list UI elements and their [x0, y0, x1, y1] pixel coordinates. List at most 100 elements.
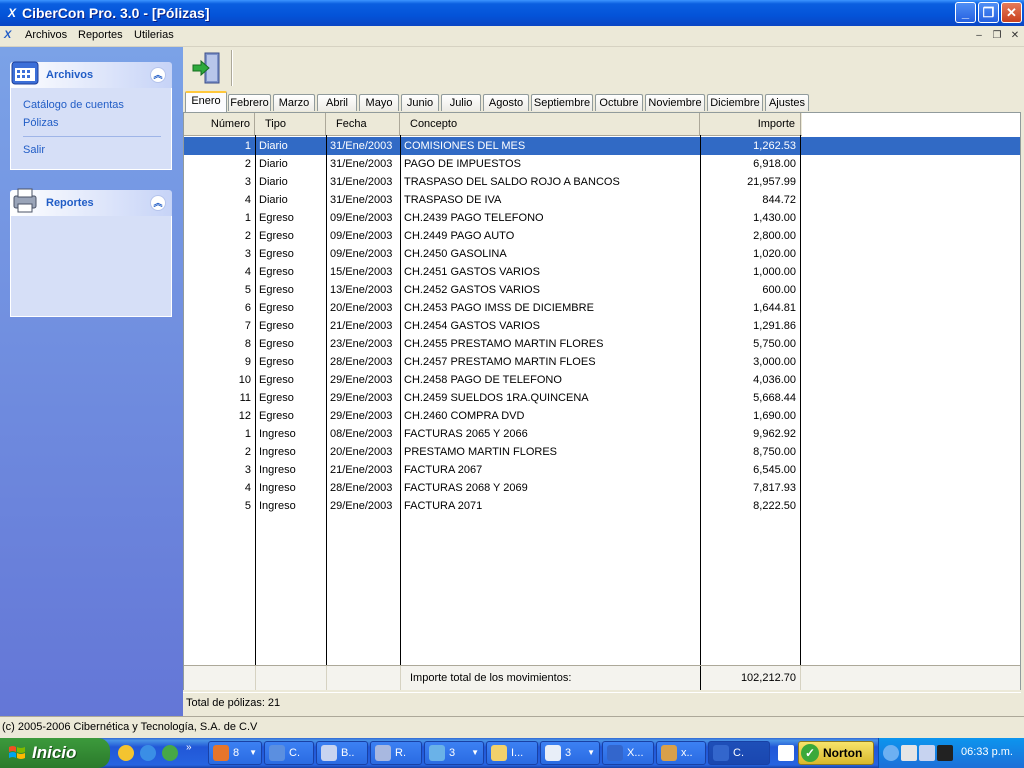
table-row[interactable]: 10 Egreso 29/Ene/2003 CH.2458 PAGO DE TELEF…	[184, 371, 1020, 389]
cell-tipo: Egreso	[259, 212, 294, 224]
table-row[interactable]: 2 Ingreso 20/Ene/2003 PRESTAMO MARTIN FLORE…	[184, 443, 1020, 461]
norton-alert-icon[interactable]	[118, 745, 134, 761]
table-row[interactable]: 1 Diario 31/Ene/2003 COMISIONES DEL MES 1,26…	[184, 137, 1020, 155]
tray-app-icon[interactable]	[937, 745, 953, 761]
table-row[interactable]: 6 Egreso 20/Ene/2003 CH.2453 PAGO IMSS DE D…	[184, 299, 1020, 317]
tab-junio[interactable]: Junio	[401, 94, 439, 111]
cell-tipo: Egreso	[259, 320, 294, 332]
group-arrow-icon: ▼	[471, 748, 479, 757]
cell-concepto: CH.2439 PAGO TELEFONO	[404, 212, 544, 224]
taskbar-firefox[interactable]: 8 ▼	[208, 741, 262, 765]
tab-marzo[interactable]: Marzo	[273, 94, 315, 111]
footer-divider	[255, 666, 256, 690]
quicklaunch-more-icon[interactable]: »	[186, 742, 192, 753]
col-header-tipo[interactable]: Tipo	[255, 113, 326, 135]
cell-concepto: CH.2460 COMPRA DVD	[404, 410, 525, 422]
cell-numero: 6	[244, 302, 251, 314]
menu-reportes[interactable]: Reportes	[78, 29, 123, 41]
taskbar-group-3[interactable]: 3 ▼	[424, 741, 484, 765]
grid-header: Número Tipo Fecha Concepto Importe	[184, 113, 802, 136]
tab-agosto[interactable]: Agosto	[483, 94, 529, 111]
tab-julio[interactable]: Julio	[441, 94, 481, 111]
table-row[interactable]: 1 Ingreso 08/Ene/2003 FACTURAS 2065 Y 2066 9…	[184, 425, 1020, 443]
col-header-importe[interactable]: Importe	[700, 113, 801, 135]
cell-numero: 1	[244, 140, 251, 152]
tab-noviembre[interactable]: Noviembre	[645, 94, 705, 111]
taskbar-cibercon-active[interactable]: C.	[708, 741, 770, 765]
minimize-button[interactable]: _	[955, 2, 976, 23]
table-row[interactable]: 11 Egreso 29/Ene/2003 CH.2459 SUELDOS 1RA.Q…	[184, 389, 1020, 407]
tab-mayo[interactable]: Mayo	[359, 94, 399, 111]
collapse-chevron-icon[interactable]: ︽	[150, 195, 166, 211]
cell-fecha: 29/Ene/2003	[330, 392, 393, 404]
collapse-chevron-icon[interactable]: ︽	[150, 67, 166, 83]
taskbar-app-x[interactable]: x..	[656, 741, 706, 765]
table-row[interactable]: 8 Egreso 23/Ene/2003 CH.2455 PRESTAMO MARTI…	[184, 335, 1020, 353]
close-button[interactable]: ✕	[1001, 2, 1022, 23]
monitor-icon[interactable]	[919, 745, 935, 761]
taskbar-app-c[interactable]: C.	[264, 741, 314, 765]
tab-febrero[interactable]: Febrero	[228, 94, 271, 111]
taskbar-folder[interactable]: I...	[486, 741, 538, 765]
help-icon[interactable]	[778, 745, 794, 761]
mdi-restore-icon[interactable]: ❐	[990, 29, 1004, 43]
tray-expand-icon[interactable]	[883, 745, 899, 761]
table-row[interactable]: 4 Diario 31/Ene/2003 TRASPASO DE IVA 844.72	[184, 191, 1020, 209]
table-row[interactable]: 12 Egreso 29/Ene/2003 CH.2460 COMPRA DVD 1,6…	[184, 407, 1020, 425]
restore-button[interactable]: ❐	[978, 2, 999, 23]
media-icon[interactable]	[162, 745, 178, 761]
menu-utilerias[interactable]: Utilerias	[134, 29, 174, 41]
cell-importe: 1,430.00	[753, 212, 796, 224]
link-polizas[interactable]: Pólizas	[11, 114, 171, 132]
link-salir[interactable]: Salir	[11, 141, 171, 159]
start-button[interactable]: Inicio	[0, 738, 110, 768]
cell-importe: 844.72	[762, 194, 796, 206]
menu-archivos[interactable]: Archivos	[25, 29, 67, 41]
tab-abril[interactable]: Abril	[317, 94, 357, 111]
table-row[interactable]: 5 Ingreso 29/Ene/2003 FACTURA 2071 8,222.50	[184, 497, 1020, 515]
mdi-close-icon[interactable]: ✕	[1008, 29, 1022, 43]
taskbar-group-docs[interactable]: 3 ▼	[540, 741, 600, 765]
cell-tipo: Egreso	[259, 338, 294, 350]
taskbar-app-r[interactable]: R.	[370, 741, 422, 765]
col-header-concepto[interactable]: Concepto	[400, 113, 700, 135]
table-row[interactable]: 3 Ingreso 21/Ene/2003 FACTURA 2067 6,545.00	[184, 461, 1020, 479]
cell-importe: 8,222.50	[753, 500, 796, 512]
exit-door-icon[interactable]	[191, 51, 223, 85]
col-header-numero[interactable]: Número	[184, 113, 255, 135]
cell-numero: 9	[244, 356, 251, 368]
archivos-panel-header[interactable]: Archivos ︽	[10, 61, 172, 88]
tab-enero[interactable]: Enero	[185, 91, 227, 112]
tab-septiembre[interactable]: Septiembre	[531, 94, 593, 111]
link-catalogo-cuentas[interactable]: Catálogo de cuentas	[11, 96, 171, 114]
table-row[interactable]: 7 Egreso 21/Ene/2003 CH.2454 GASTOS VARIOS 1…	[184, 317, 1020, 335]
table-row[interactable]: 1 Egreso 09/Ene/2003 CH.2439 PAGO TELEFONO 1…	[184, 209, 1020, 227]
table-row[interactable]: 2 Diario 31/Ene/2003 PAGO DE IMPUESTOS 6,918…	[184, 155, 1020, 173]
cell-fecha: 29/Ene/2003	[330, 410, 393, 422]
mdi-minimize-icon[interactable]: –	[972, 29, 986, 43]
reportes-panel-header[interactable]: Reportes ︽	[10, 188, 172, 216]
table-row[interactable]: 4 Egreso 15/Ene/2003 CH.2451 GASTOS VARIOS 1…	[184, 263, 1020, 281]
ie-icon[interactable]	[140, 745, 156, 761]
table-row[interactable]: 2 Egreso 09/Ene/2003 CH.2449 PAGO AUTO 2,800…	[184, 227, 1020, 245]
cell-tipo: Ingreso	[259, 446, 296, 458]
group-arrow-icon: ▼	[249, 748, 257, 757]
taskbar-app-b[interactable]: B..	[316, 741, 368, 765]
table-row[interactable]: 3 Egreso 09/Ene/2003 CH.2450 GASOLINA 1,020.…	[184, 245, 1020, 263]
table-row[interactable]: 5 Egreso 13/Ene/2003 CH.2452 GASTOS VARIOS 6…	[184, 281, 1020, 299]
tab-ajustes[interactable]: Ajustes	[765, 94, 809, 111]
calendar-icon	[11, 61, 39, 85]
cell-numero: 1	[244, 212, 251, 224]
tab-diciembre[interactable]: Diciembre	[707, 94, 763, 111]
table-row[interactable]: 9 Egreso 28/Ene/2003 CH.2457 PRESTAMO MARTI…	[184, 353, 1020, 371]
printer-icon	[13, 188, 37, 213]
network-icon[interactable]	[901, 745, 917, 761]
col-header-fecha[interactable]: Fecha	[326, 113, 400, 135]
taskbar-cibercon-x[interactable]: X...	[602, 741, 654, 765]
table-row[interactable]: 4 Ingreso 28/Ene/2003 FACTURAS 2068 Y 2069 7…	[184, 479, 1020, 497]
table-row[interactable]: 3 Diario 31/Ene/2003 TRASPASO DEL SALDO ROJ…	[184, 173, 1020, 191]
tab-octubre[interactable]: Octubre	[595, 94, 643, 111]
norton-button[interactable]: ✓ Norton	[798, 741, 874, 765]
app-status-bar: (c) 2005-2006 Cibernética y Tecnología, …	[0, 716, 1024, 739]
cell-concepto: TRASPASO DEL SALDO ROJO A BANCOS	[404, 176, 620, 188]
